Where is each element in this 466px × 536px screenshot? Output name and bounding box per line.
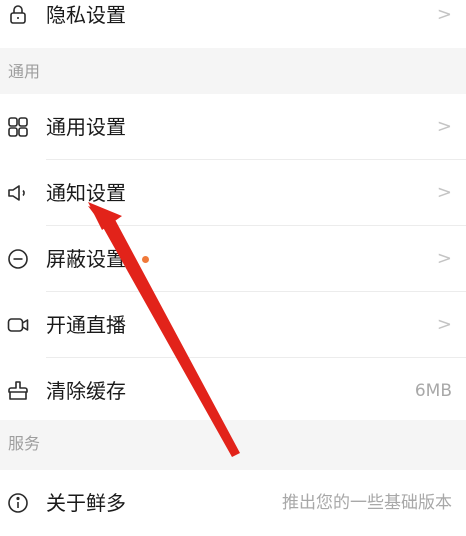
info-icon [6, 491, 30, 515]
lock-icon [6, 3, 30, 27]
broom-icon [6, 379, 30, 403]
chevron-right-icon: > [436, 182, 452, 203]
general-settings-row[interactable]: 通用设置 > [0, 94, 466, 160]
about-row[interactable]: 关于鲜多 推出您的一些基础版本 [0, 470, 466, 536]
settings-page: 隐私设置 > 通用 通用设置 > 通知设置 > 屏蔽设置 > 开通直播 > 清除… [0, 0, 466, 536]
privacy-settings-row[interactable]: 隐私设置 > [0, 0, 466, 48]
notification-dot-badge [142, 256, 149, 263]
clear-cache-row[interactable]: 清除缓存 6MB [0, 358, 466, 424]
about-value: 推出您的一些基础版本 [282, 493, 452, 513]
chevron-right-icon: > [436, 116, 452, 137]
clear-cache-label: 清除缓存 [46, 379, 126, 403]
section-header-general: 通用 [0, 48, 466, 96]
privacy-settings-label: 隐私设置 [46, 3, 126, 27]
live-camera-icon [6, 313, 30, 337]
section-title-services: 服务 [8, 434, 41, 453]
block-settings-row[interactable]: 屏蔽设置 > [0, 226, 466, 292]
grid-icon [6, 115, 30, 139]
chevron-right-icon: > [436, 314, 452, 335]
general-settings-label: 通用设置 [46, 115, 126, 139]
block-settings-label: 屏蔽设置 [46, 247, 126, 271]
notification-settings-row[interactable]: 通知设置 > [0, 160, 466, 226]
block-icon [6, 247, 30, 271]
about-label: 关于鲜多 [46, 491, 126, 515]
open-live-label: 开通直播 [46, 313, 126, 337]
section-header-services: 服务 [0, 420, 466, 468]
section-title-general: 通用 [8, 62, 41, 81]
chevron-right-icon: > [436, 4, 452, 25]
chevron-right-icon: > [436, 248, 452, 269]
notification-settings-label: 通知设置 [46, 181, 126, 205]
cache-size-value: 6MB [414, 381, 452, 401]
speaker-icon [6, 181, 30, 205]
open-live-row[interactable]: 开通直播 > [0, 292, 466, 358]
